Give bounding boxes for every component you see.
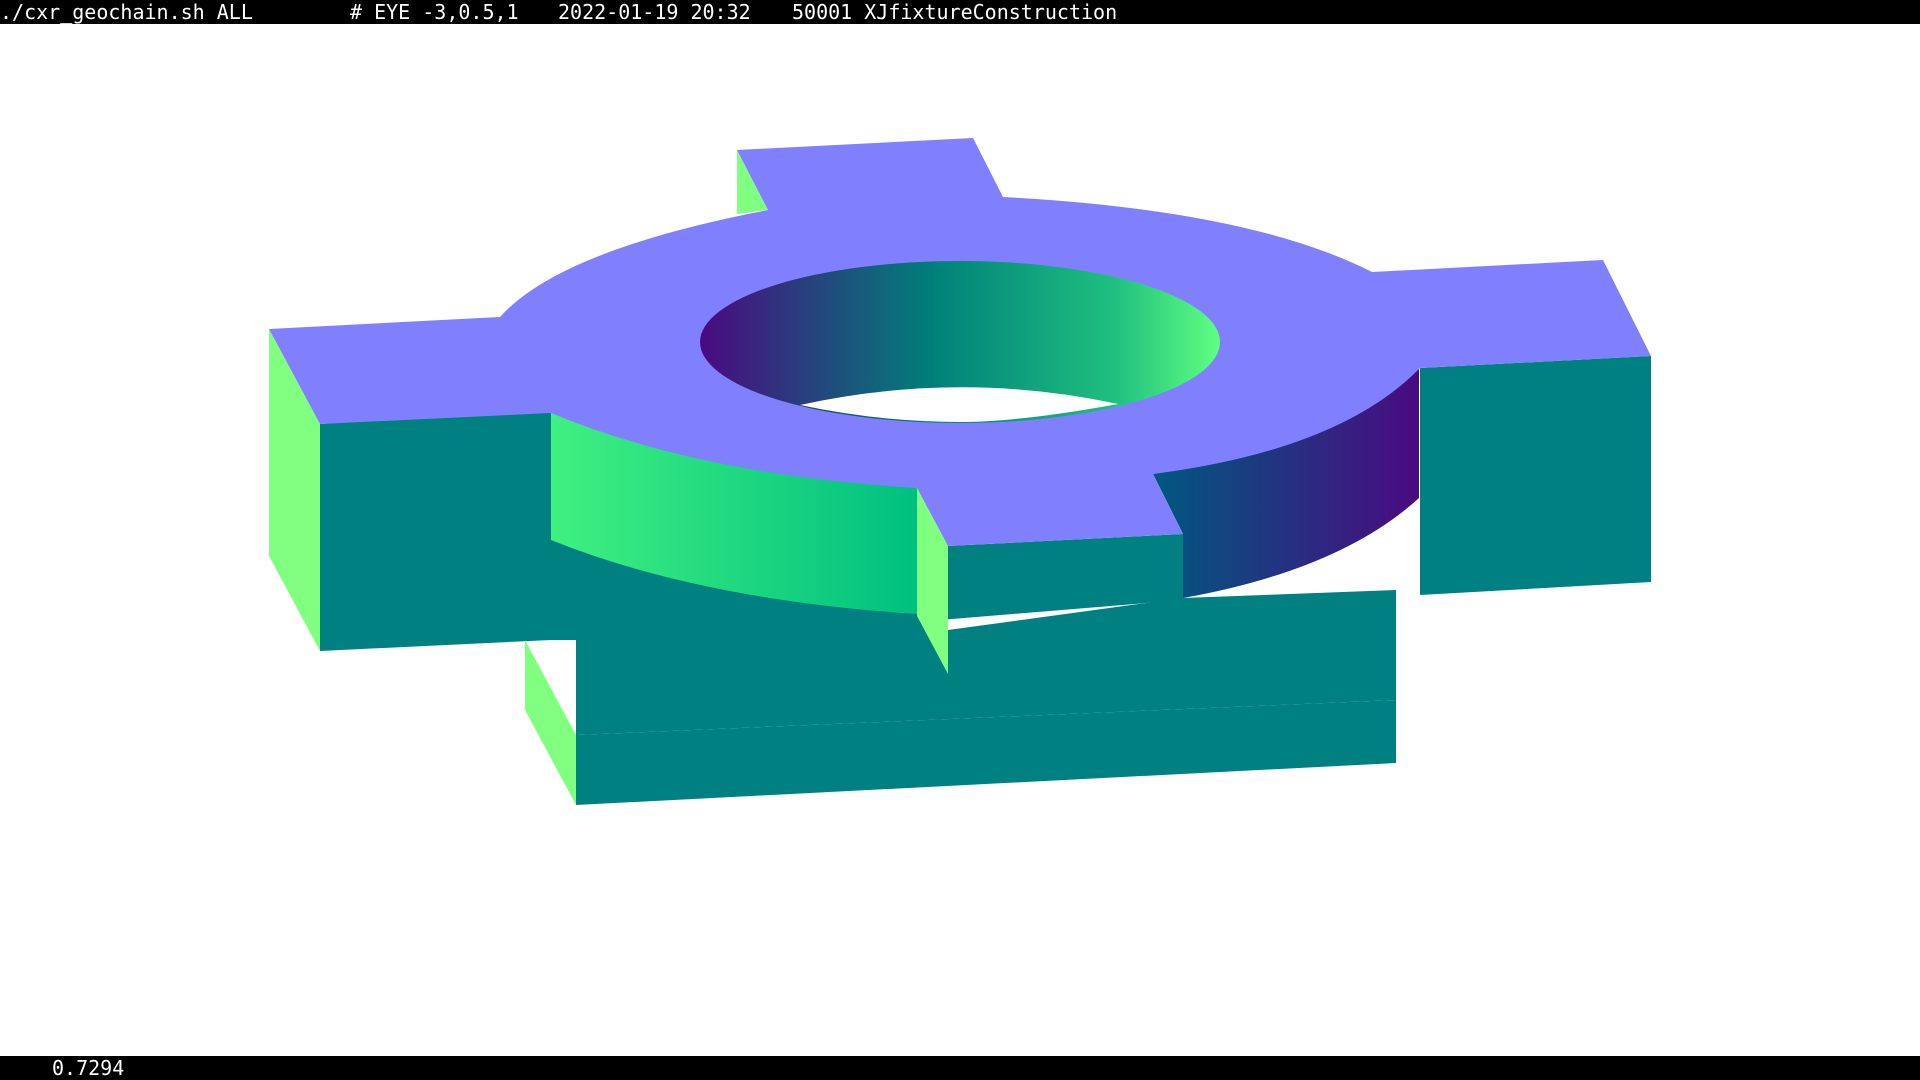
right-tab-front xyxy=(1420,356,1651,595)
header-command: ./cxr_geochain.sh ALL xyxy=(0,0,253,24)
footer-bar: 0.7294 xyxy=(0,1056,1920,1080)
left-tab-front xyxy=(320,410,551,651)
front-tab-side-lower xyxy=(525,640,576,805)
geometry-render xyxy=(269,138,1651,805)
header-eye: # EYE -3,0.5,1 xyxy=(350,0,519,24)
header-timestamp: 2022-01-19 20:32 xyxy=(558,0,751,24)
header-bar: ./cxr_geochain.sh ALL # EYE -3,0.5,1 202… xyxy=(0,0,1920,24)
header-geometry: 50001 XJfixtureConstruction xyxy=(792,0,1118,24)
footer-value: 0.7294 xyxy=(52,1056,125,1080)
front-tab-notch-front xyxy=(948,534,1183,610)
render-viewport[interactable] xyxy=(0,24,1920,1056)
